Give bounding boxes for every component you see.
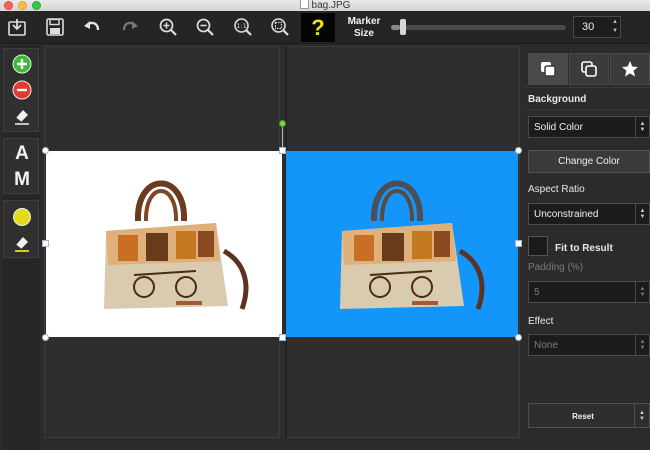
tab-background[interactable] [528, 53, 568, 85]
padding-stepper[interactable]: 5 ▲ ▼ [528, 281, 650, 303]
help-button[interactable]: ? [301, 13, 335, 42]
reset-button[interactable]: Reset ▲ ▼ [528, 403, 650, 428]
window-title-text: bag.JPG [311, 0, 351, 11]
tab-foreground[interactable] [569, 53, 609, 85]
background-heading: Background [528, 94, 587, 105]
import-icon [8, 19, 26, 36]
crop-handle-bottom[interactable] [279, 334, 286, 341]
crop-handle-top-right[interactable] [515, 147, 522, 154]
yellow-circle-icon [13, 208, 31, 226]
save-icon [46, 18, 64, 36]
aspect-ratio-value: Unconstrained [534, 209, 599, 220]
undo-icon [84, 21, 100, 31]
star-icon [622, 61, 638, 77]
auto-mode-button[interactable]: A [8, 141, 36, 167]
plus-circle-icon [12, 54, 32, 74]
foreground-eraser-button[interactable] [8, 230, 36, 256]
marker-size-stepper[interactable]: 30 ▲ ▼ [573, 16, 621, 38]
marker-size-slider-fill [391, 25, 400, 30]
crop-handle-left[interactable] [42, 240, 49, 247]
import-button[interactable] [5, 15, 29, 39]
eraser-icon [15, 110, 29, 125]
bag-cutout-image [340, 180, 485, 310]
zoom-in-icon [159, 18, 177, 36]
original-image[interactable] [46, 151, 282, 337]
background-type-select[interactable]: Solid Color ▲ ▼ [528, 116, 650, 138]
effect-select[interactable]: None ▲ ▼ [528, 334, 650, 356]
panel-separator [525, 87, 650, 88]
effect-heading: Effect [528, 316, 554, 327]
zoom-out-button[interactable] [193, 15, 217, 39]
chevron-updown-icon: ▲ ▼ [635, 204, 649, 224]
keep-marker-button[interactable] [8, 51, 36, 77]
save-button[interactable] [43, 15, 67, 39]
marker-size-label: Marker Size [347, 16, 381, 39]
layers-filled-icon [541, 62, 556, 77]
undo-button[interactable] [80, 15, 104, 39]
crop-handle-bottom-left[interactable] [42, 334, 49, 341]
stepper-arrows-icon: ▲ ▼ [635, 282, 649, 302]
panel-tabs [528, 53, 650, 85]
help-icon: ? [311, 14, 325, 40]
effect-value: None [534, 340, 558, 351]
manual-mode-button[interactable]: M [8, 167, 36, 193]
padding-value: 5 [534, 287, 540, 298]
mode-tool-group: A M [3, 138, 39, 194]
stepper-arrows-icon[interactable]: ▲ ▼ [612, 18, 618, 36]
crop-handle-bottom-right[interactable] [515, 334, 522, 341]
marker-tool-group [3, 48, 39, 132]
result-image[interactable] [286, 151, 518, 337]
redo-icon [122, 21, 138, 31]
change-color-button[interactable]: Change Color [528, 150, 650, 173]
rotate-handle[interactable] [279, 120, 286, 127]
settings-panel: Background Solid Color ▲ ▼ Change Color A… [525, 46, 650, 450]
remove-marker-button[interactable] [8, 77, 36, 103]
aspect-ratio-heading: Aspect Ratio [528, 184, 585, 195]
zoom-actual-icon: 1:1 [234, 18, 252, 36]
aspect-ratio-select[interactable]: Unconstrained ▲ ▼ [528, 203, 650, 225]
crop-handle-right[interactable] [515, 240, 522, 247]
fit-to-result-checkbox[interactable] [528, 236, 548, 256]
marker-size-value: 30 [582, 21, 595, 33]
marker-size-slider[interactable] [391, 19, 566, 35]
marker-size-slider-thumb[interactable] [400, 19, 406, 35]
layers-outline-icon [581, 61, 597, 77]
reset-label: Reset [572, 412, 594, 421]
zoom-fit-icon [271, 18, 289, 36]
zoom-out-icon [196, 18, 214, 36]
minus-circle-icon [12, 80, 32, 100]
file-icon [299, 0, 309, 9]
foreground-marker-button[interactable] [8, 204, 36, 230]
svg-text:1:1: 1:1 [236, 22, 246, 30]
bag-image [104, 180, 249, 310]
yellow-eraser-icon [15, 237, 29, 252]
eraser-button[interactable] [8, 103, 36, 129]
crop-handle-top-left[interactable] [42, 147, 49, 154]
toolbar: 1:1 ? Marker Size 30 ▲ ▼ [0, 11, 650, 44]
crop-handle-top[interactable] [279, 147, 286, 154]
foreground-tool-group [3, 200, 39, 258]
padding-label: Padding (%) [528, 262, 584, 273]
chevron-updown-icon: ▲ ▼ [635, 335, 649, 355]
chevron-updown-icon: ▲ ▼ [635, 117, 649, 137]
background-type-value: Solid Color [534, 122, 583, 133]
redo-button[interactable] [118, 15, 142, 39]
tab-effects[interactable] [610, 53, 650, 85]
panel-separator [525, 109, 650, 110]
zoom-in-button[interactable] [156, 15, 180, 39]
zoom-actual-size-button[interactable]: 1:1 [231, 15, 255, 39]
fit-to-result-label: Fit to Result [555, 243, 613, 254]
window-title: bag.JPG [0, 0, 650, 11]
zoom-fit-button[interactable] [268, 15, 292, 39]
tool-rail: A M [2, 46, 40, 450]
chevron-updown-icon[interactable]: ▲ ▼ [634, 404, 649, 427]
